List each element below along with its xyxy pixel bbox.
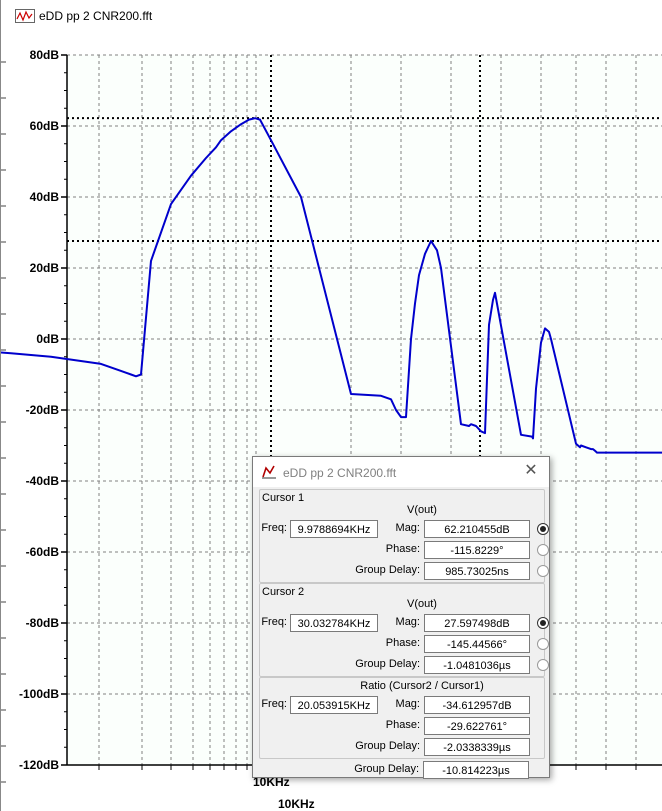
- ratio-gd2-label: Group Delay:: [354, 763, 419, 775]
- cursor2-mag-label: Mag:: [395, 616, 420, 628]
- dialog-titlebar[interactable]: eDD pp 2 CNR200.fft ✕: [253, 457, 549, 487]
- cursor2-phase-field[interactable]: -145.44566°: [424, 635, 530, 653]
- cursor2-freq-label: Freq:: [261, 616, 287, 628]
- cursor1-gd-label: Group Delay:: [355, 564, 420, 576]
- cursor1-phase-label: Phase:: [385, 543, 420, 555]
- cursor1-group: Cursor 1 V(out) Freq: 9.9788694KHz Mag: …: [259, 489, 549, 583]
- y-tick-label: -80dB: [26, 616, 60, 630]
- close-icon[interactable]: ✕: [523, 463, 539, 479]
- cursor1-phase-radio[interactable]: [537, 544, 549, 556]
- ratio-mag-field[interactable]: -34.612957dB: [424, 696, 530, 714]
- cursor2-mag-field[interactable]: 27.597498dB: [424, 614, 530, 632]
- cursor1-label: Cursor 1: [262, 492, 305, 504]
- cursor1-mag-label: Mag:: [395, 522, 420, 534]
- ratio-group: Ratio (Cursor2 / Cursor1) Freq: 20.05391…: [259, 677, 545, 759]
- dialog-title: eDD pp 2 CNR200.fft: [283, 466, 397, 480]
- cursor1-mag-radio[interactable]: [537, 523, 549, 535]
- y-tick-label: 60dB: [30, 119, 60, 133]
- ratio-freq-label: Freq:: [261, 698, 287, 710]
- ratio-phase-field[interactable]: -29.622761°: [424, 717, 530, 735]
- y-tick-label: -40dB: [26, 474, 60, 488]
- y-tick-label: -20dB: [26, 403, 60, 417]
- cursor2-phase-radio[interactable]: [537, 638, 549, 650]
- y-tick-label: -60dB: [26, 545, 60, 559]
- cursor1-gd-field[interactable]: 985.73025ns: [424, 562, 530, 580]
- x-tick-label: 10KHz: [278, 797, 315, 811]
- ratio-mag-label: Mag:: [395, 698, 420, 710]
- y-tick-label: -120dB: [19, 758, 59, 772]
- cursor2-mag-radio[interactable]: [537, 617, 549, 629]
- ratio-gd-label: Group Delay:: [355, 740, 420, 752]
- cursor2-gd-label: Group Delay:: [355, 658, 420, 670]
- cursor2-freq-field[interactable]: 30.032784KHz: [290, 614, 378, 632]
- ratio-phase-label: Phase:: [385, 719, 420, 731]
- app-icon: [261, 464, 277, 480]
- ratio-gd2-field[interactable]: -10.814223µs: [423, 761, 529, 779]
- window-title: eDD pp 2 CNR200.fft: [39, 9, 153, 23]
- cursor1-mag-field[interactable]: 62.210455dB: [424, 520, 530, 538]
- cursor2-gd-radio[interactable]: [537, 659, 549, 671]
- cursor2-group: Cursor 2 V(out) Freq: 30.032784KHz Mag: …: [259, 583, 549, 677]
- window-titlebar[interactable]: eDD pp 2 CNR200.fft: [1, 0, 662, 32]
- cursor2-label: Cursor 2: [262, 586, 305, 598]
- y-tick-label: -100dB: [19, 687, 59, 701]
- y-tick-label: 80dB: [30, 48, 60, 62]
- cursor2-phase-label: Phase:: [385, 637, 420, 649]
- cursor2-signal: V(out): [407, 598, 437, 610]
- cursor1-gd-radio[interactable]: [537, 565, 549, 577]
- cursor-readout-dialog[interactable]: eDD pp 2 CNR200.fft ✕ Cursor 1 V(out) Fr…: [252, 456, 550, 779]
- cursor1-freq-label: Freq:: [261, 522, 287, 534]
- ratio-gd-field[interactable]: -2.0338339µs: [424, 738, 530, 756]
- waveform-icon: [15, 9, 35, 23]
- cursor1-freq-field[interactable]: 9.9788694KHz: [290, 520, 378, 538]
- ratio-freq-field[interactable]: 20.053915KHz: [290, 696, 378, 714]
- cursor1-phase-field[interactable]: -115.8229°: [424, 541, 530, 559]
- cursor2-gd-field[interactable]: -1.0481036µs: [424, 656, 530, 674]
- ratio-label: Ratio (Cursor2 / Cursor1): [360, 680, 484, 692]
- y-tick-label: 20dB: [30, 261, 60, 275]
- y-tick-label: 0dB: [36, 332, 59, 346]
- y-tick-label: 40dB: [30, 190, 60, 204]
- cursor1-signal: V(out): [407, 504, 437, 516]
